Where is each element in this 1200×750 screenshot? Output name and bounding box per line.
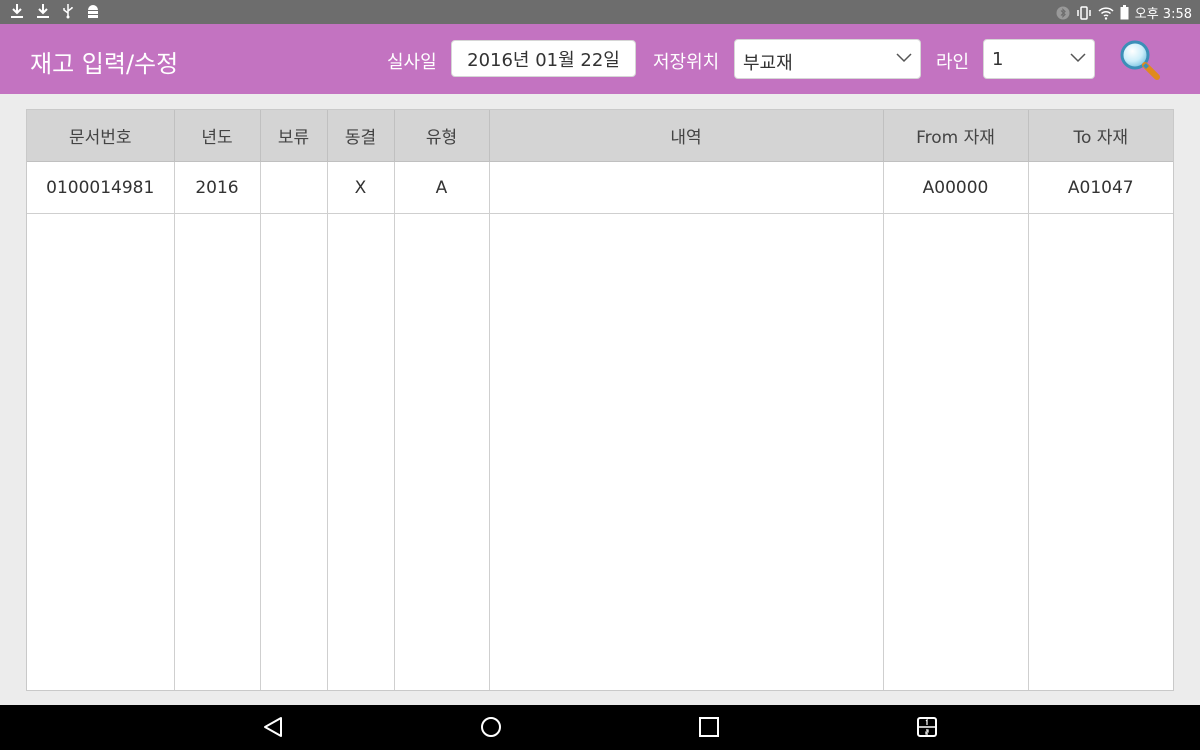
- column-header[interactable]: 유형: [394, 110, 490, 162]
- navigation-bar: [0, 705, 1200, 750]
- recents-icon: [699, 717, 719, 737]
- download-icon: [11, 4, 23, 18]
- home-button[interactable]: [480, 715, 502, 743]
- back-icon: [264, 717, 282, 737]
- home-icon: [481, 717, 501, 737]
- empty-cell: [27, 213, 175, 690]
- back-button[interactable]: [262, 715, 284, 743]
- app-bar: 재고 입력/수정 실사일 2016년 01월 22일 저장위치 부교재 라인 1: [0, 24, 1200, 94]
- empty-cell: [1028, 214, 1173, 691]
- status-bar: 오후 3:58: [0, 0, 1200, 24]
- column-header[interactable]: 내역: [489, 110, 884, 162]
- battery-icon: [1120, 5, 1129, 20]
- empty-cell: [394, 213, 490, 690]
- cell-description: [489, 161, 884, 214]
- line-label: 라인: [936, 52, 970, 73]
- column-header[interactable]: From 자재: [883, 110, 1029, 162]
- cell-document-number: 0100014981: [27, 161, 175, 214]
- date-picker[interactable]: 2016년 01월 22일: [451, 40, 636, 77]
- column-header[interactable]: 문서번호: [27, 110, 175, 162]
- cell-hold: [260, 161, 328, 214]
- line-value: 1: [992, 49, 1004, 70]
- cell-freeze: X: [327, 161, 395, 214]
- search-icon: [1120, 40, 1160, 80]
- date-label: 실사일: [387, 52, 437, 73]
- column-header[interactable]: 동결: [327, 110, 395, 162]
- cell-from-material: A00000: [883, 161, 1029, 214]
- search-button[interactable]: [1118, 38, 1162, 82]
- column-header[interactable]: 보류: [260, 110, 328, 162]
- chevron-down-icon: [1070, 53, 1086, 63]
- date-value: 2016년 01월 22일: [467, 49, 620, 71]
- cell-year: 2016: [174, 161, 261, 214]
- location-select[interactable]: 부교재: [734, 39, 921, 79]
- download-icon: [37, 4, 49, 18]
- bluetooth-icon: [1056, 6, 1070, 19]
- empty-cell: [174, 213, 261, 690]
- empty-cell: [883, 213, 1029, 690]
- empty-table-area: [27, 213, 1173, 691]
- empty-cell: [489, 213, 884, 690]
- column-header[interactable]: 년도: [174, 110, 261, 162]
- chevron-down-icon: [896, 53, 912, 63]
- line-select[interactable]: 1: [983, 39, 1095, 79]
- empty-cell: [327, 213, 395, 690]
- column-header[interactable]: To 자재: [1028, 110, 1173, 162]
- android-debug-icon: [88, 5, 98, 18]
- cell-type: A: [394, 161, 490, 214]
- multiwindow-icon: [917, 717, 937, 737]
- vibrate-icon: [1077, 5, 1091, 20]
- inventory-table: 문서번호 년도 보류 동결 유형 내역 From 자재 To 자재 010001…: [26, 109, 1174, 691]
- notification-icons: [10, 3, 100, 19]
- cell-to-material: A01047: [1028, 161, 1173, 214]
- system-status: 오후 3:58: [1056, 3, 1192, 22]
- location-label: 저장위치: [653, 52, 720, 73]
- table-header-row: 문서번호 년도 보류 동결 유형 내역 From 자재 To 자재: [27, 110, 1173, 162]
- empty-cell: [260, 213, 328, 690]
- wifi-icon: [1098, 6, 1114, 20]
- recents-button[interactable]: [698, 715, 720, 743]
- location-value: 부교재: [743, 53, 793, 74]
- usb-icon: [63, 4, 73, 19]
- clock: 오후 3:58: [1134, 7, 1192, 22]
- page-title: 재고 입력/수정: [30, 50, 179, 78]
- table-row[interactable]: 0100014981 2016 X A A00000 A01047: [27, 161, 1173, 214]
- multiwindow-button[interactable]: [916, 715, 938, 743]
